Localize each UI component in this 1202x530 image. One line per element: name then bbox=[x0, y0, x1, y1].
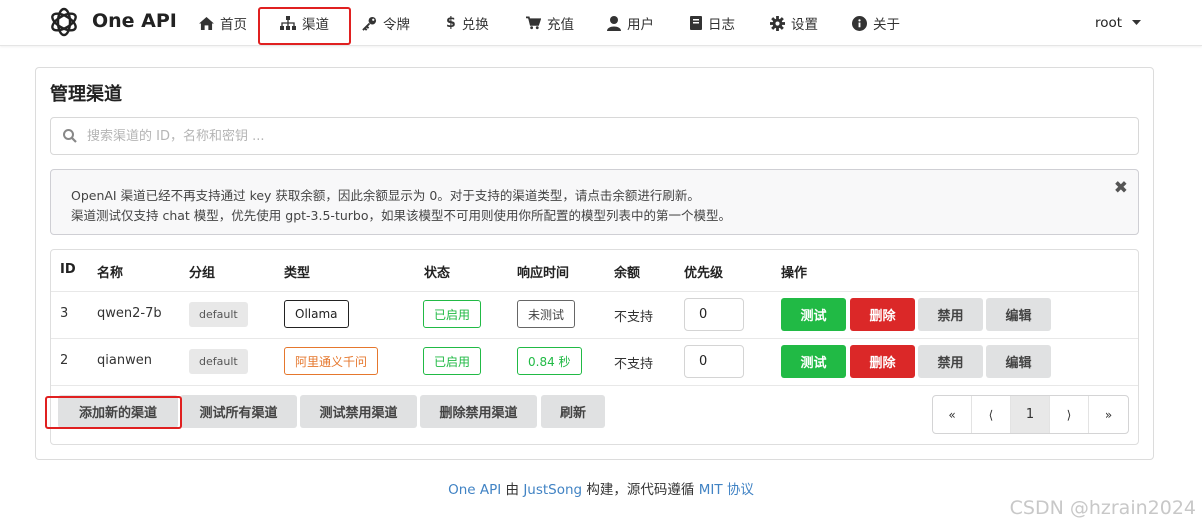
nav-home[interactable]: 首页 bbox=[199, 0, 247, 46]
refresh-button[interactable]: 刷新 bbox=[541, 395, 605, 428]
nav-about[interactable]: 关于 bbox=[852, 0, 900, 46]
home-icon bbox=[199, 16, 214, 30]
th-balance[interactable]: 余额 bbox=[614, 262, 640, 281]
page-footer: One API 由 JustSong 构建，源代码遵循 MIT 协议 bbox=[0, 478, 1202, 498]
search-box[interactable] bbox=[50, 117, 1139, 155]
nav-users[interactable]: 用户 bbox=[607, 0, 654, 46]
table-row-divider bbox=[51, 338, 1138, 339]
dollar-icon: $ bbox=[446, 15, 456, 31]
edit-button[interactable]: 编辑 bbox=[986, 345, 1051, 378]
nav-about-label: 关于 bbox=[873, 17, 900, 33]
nav-redeem-label: 兑换 bbox=[461, 17, 489, 33]
nav-topup-label: 充值 bbox=[547, 17, 574, 33]
group-tag: default bbox=[189, 302, 248, 327]
sitemap-icon bbox=[280, 16, 296, 30]
type-tag: Ollama bbox=[284, 300, 349, 328]
search-icon bbox=[63, 129, 77, 143]
test-button[interactable]: 测试 bbox=[781, 298, 846, 331]
nav-channels-label: 渠道 bbox=[302, 17, 329, 33]
user-name: root bbox=[1095, 15, 1123, 31]
nav-home-label: 首页 bbox=[220, 17, 247, 33]
priority-input[interactable]: 0 bbox=[684, 298, 744, 331]
status-badge: 已启用 bbox=[423, 300, 482, 328]
cell-id: 3 bbox=[60, 306, 69, 321]
th-name[interactable]: 名称 bbox=[97, 262, 123, 281]
top-navbar: One API 首页 渠道 令牌 $ 兑换 充值 用户 日志 设置 关于 roo… bbox=[0, 0, 1202, 46]
th-id[interactable]: ID bbox=[60, 262, 76, 277]
response-time-badge[interactable]: 0.84 秒 bbox=[517, 347, 582, 375]
openai-logo-icon[interactable] bbox=[46, 4, 82, 40]
footer-text: 构建，源代码遵循 bbox=[582, 482, 699, 498]
next-page-button[interactable]: ⟩ bbox=[1050, 396, 1089, 433]
notice-line-2: 渠道测试仅支持 chat 模型，优先使用 gpt-3.5-turbo，如果该模型… bbox=[71, 208, 731, 223]
nav-channels[interactable]: 渠道 bbox=[280, 0, 329, 46]
one-api-link[interactable]: One API bbox=[448, 482, 501, 498]
info-notice: OpenAI 渠道已经不再支持通过 key 获取余额，因此余额显示为 0。对于支… bbox=[50, 169, 1139, 235]
first-page-button[interactable]: « bbox=[933, 396, 972, 433]
footer-text: 由 bbox=[501, 482, 524, 498]
th-actions: 操作 bbox=[781, 266, 808, 281]
th-response[interactable]: 响应时间 bbox=[517, 262, 569, 281]
disable-button[interactable]: 禁用 bbox=[918, 345, 983, 378]
cell-name: qianwen bbox=[97, 353, 152, 368]
disable-button[interactable]: 禁用 bbox=[918, 298, 983, 331]
nav-logs[interactable]: 日志 bbox=[690, 0, 735, 46]
cell-balance[interactable]: 不支持 bbox=[614, 353, 653, 372]
justsong-link[interactable]: JustSong bbox=[523, 482, 582, 498]
test-button[interactable]: 测试 bbox=[781, 345, 846, 378]
group-tag: default bbox=[189, 349, 248, 374]
th-group[interactable]: 分组 bbox=[189, 262, 215, 281]
test-disabled-channels-button[interactable]: 测试禁用渠道 bbox=[300, 395, 417, 428]
test-all-channels-button[interactable]: 测试所有渠道 bbox=[180, 395, 297, 428]
close-icon[interactable]: ✖ bbox=[1114, 180, 1128, 197]
page-1-button[interactable]: 1 bbox=[1011, 396, 1050, 433]
nav-users-label: 用户 bbox=[627, 17, 654, 33]
user-icon bbox=[607, 15, 621, 31]
pagination: « ⟨ 1 ⟩ » bbox=[932, 395, 1129, 434]
status-badge: 已启用 bbox=[423, 347, 482, 375]
th-type[interactable]: 类型 bbox=[284, 262, 310, 281]
th-priority[interactable]: 优先级 bbox=[684, 262, 723, 281]
gear-icon bbox=[770, 15, 785, 31]
nav-logs-label: 日志 bbox=[708, 17, 735, 33]
nav-topup[interactable]: 充值 bbox=[526, 0, 574, 46]
nav-tokens[interactable]: 令牌 bbox=[362, 0, 410, 46]
type-tag: 阿里通义千问 bbox=[284, 347, 379, 375]
prev-page-button[interactable]: ⟨ bbox=[972, 396, 1011, 433]
page-title: 管理渠道 bbox=[50, 84, 122, 105]
priority-input[interactable]: 0 bbox=[684, 345, 744, 378]
cell-balance[interactable]: 不支持 bbox=[614, 306, 653, 325]
book-icon bbox=[690, 16, 702, 30]
delete-disabled-channels-button[interactable]: 删除禁用渠道 bbox=[420, 395, 537, 428]
nav-redeem[interactable]: $ 兑换 bbox=[446, 0, 489, 46]
table-header-divider bbox=[51, 291, 1138, 292]
response-time-badge[interactable]: 未测试 bbox=[517, 300, 576, 328]
cell-name: qwen2-7b bbox=[97, 306, 162, 321]
nav-settings[interactable]: 设置 bbox=[770, 0, 818, 46]
th-status[interactable]: 状态 bbox=[424, 262, 450, 281]
search-input[interactable] bbox=[87, 118, 1127, 154]
edit-button[interactable]: 编辑 bbox=[986, 298, 1051, 331]
table-footer-divider bbox=[51, 385, 1138, 386]
user-menu[interactable]: root bbox=[1095, 0, 1142, 46]
delete-button[interactable]: 删除 bbox=[850, 345, 915, 378]
cell-id: 2 bbox=[60, 353, 69, 368]
nav-tokens-label: 令牌 bbox=[383, 17, 410, 33]
key-icon bbox=[362, 16, 377, 31]
nav-settings-label: 设置 bbox=[791, 17, 818, 33]
notice-line-1: OpenAI 渠道已经不再支持通过 key 获取余额，因此余额显示为 0。对于支… bbox=[71, 188, 700, 203]
app-name[interactable]: One API bbox=[92, 10, 177, 32]
add-channel-button[interactable]: 添加新的渠道 bbox=[58, 395, 178, 428]
caret-down-icon bbox=[1132, 20, 1142, 25]
cart-icon bbox=[526, 16, 541, 30]
last-page-button[interactable]: » bbox=[1089, 396, 1128, 433]
csdn-watermark: CSDN @hzrain2024 bbox=[1009, 497, 1196, 519]
mit-license-link[interactable]: MIT 协议 bbox=[699, 482, 754, 498]
delete-button[interactable]: 删除 bbox=[850, 298, 915, 331]
info-icon bbox=[852, 15, 867, 31]
